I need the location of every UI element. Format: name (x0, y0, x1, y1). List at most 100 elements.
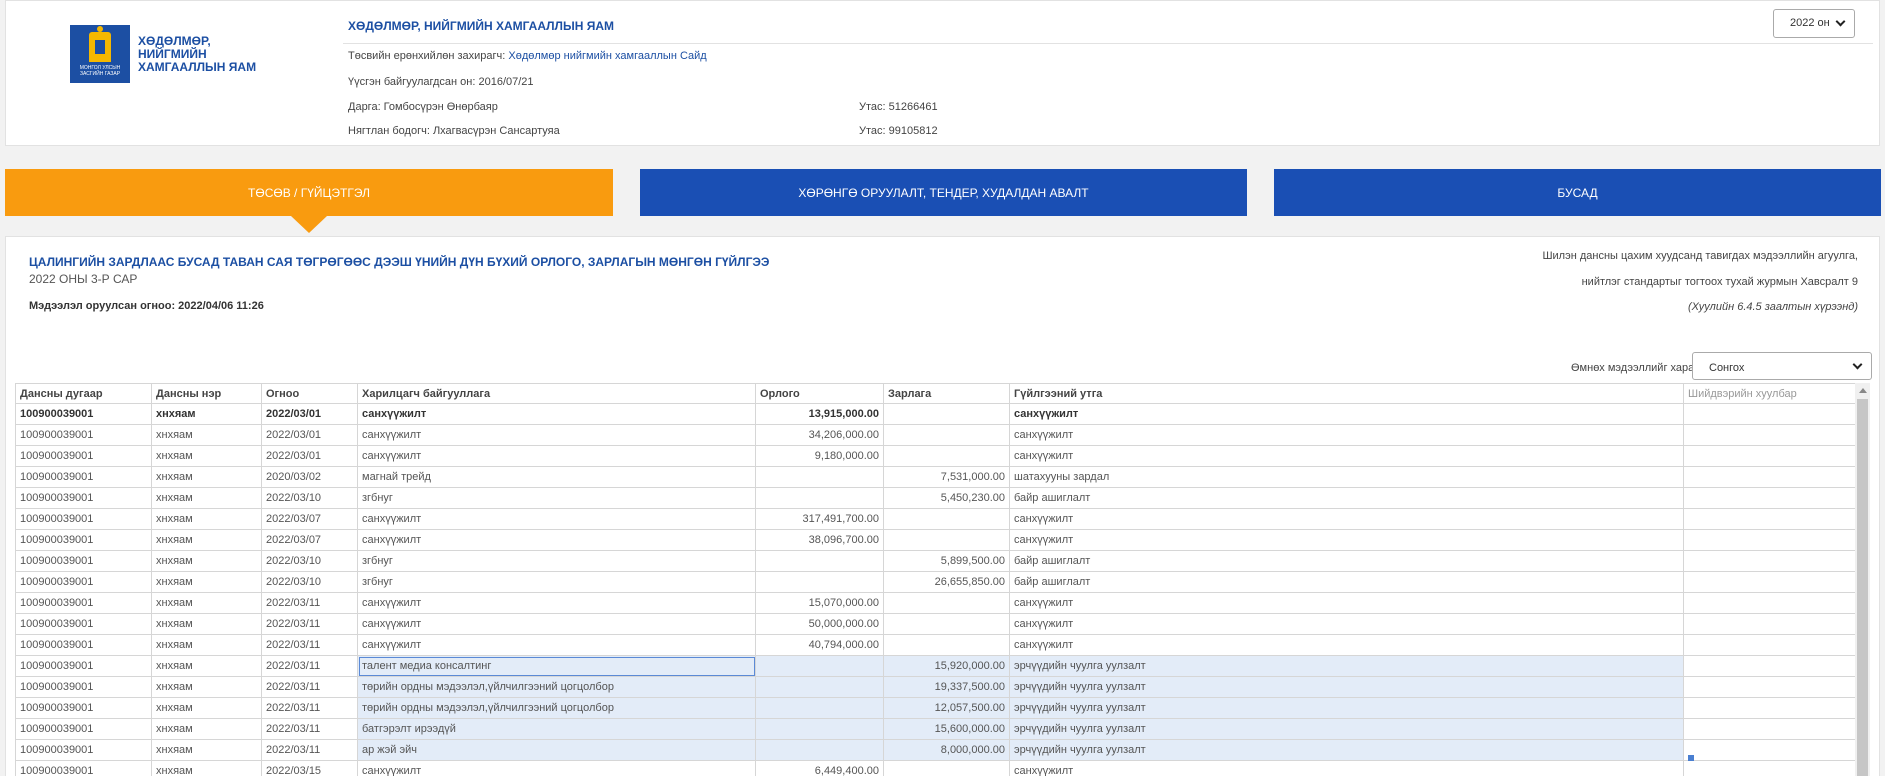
col-account-name[interactable]: Дансны нэр (151, 383, 262, 404)
table-row[interactable]: 100900039001 хнхяам 2022/03/11 санхүүжилт 40… (15, 634, 1856, 656)
cell-counterparty[interactable]: төрийн ордны мэдээлэл,үйлчилгээний цогцо… (357, 697, 756, 719)
col-account-number[interactable]: Дансны дугаар (15, 383, 152, 404)
selection-handle[interactable] (1688, 755, 1694, 761)
cell-decision-copy[interactable] (1683, 445, 1856, 467)
table-row[interactable]: 100900039001 хнхяам 2022/03/11 төрийн ордны… (15, 676, 1856, 698)
cell-account-name[interactable]: хнхяам (151, 697, 262, 719)
cell-account-name[interactable]: хнхяам (151, 508, 262, 530)
cell-account-name[interactable]: хнхяам (151, 550, 262, 572)
cell-decision-copy[interactable] (1683, 487, 1856, 509)
cell-decision-copy[interactable] (1683, 697, 1856, 719)
cell-account-name[interactable]: хнхяам (151, 739, 262, 761)
cell-account-number[interactable]: 100900039001 (15, 697, 152, 719)
cell-account-number[interactable]: 100900039001 (15, 487, 152, 509)
cell-expense[interactable]: 7,531,000.00 (883, 466, 1010, 488)
cell-account-name[interactable]: хнхяам (151, 718, 262, 740)
cell-expense[interactable] (883, 760, 1010, 776)
cell-date[interactable]: 2022/03/01 (261, 424, 358, 446)
table-row[interactable]: 100900039001 хнхяам 2022/03/11 талент медиа… (15, 655, 1856, 677)
cell-date[interactable]: 2022/03/11 (261, 718, 358, 740)
cell-account-name[interactable]: хнхяам (151, 403, 262, 425)
cell-decision-copy[interactable] (1683, 676, 1856, 698)
cell-income[interactable] (755, 550, 884, 572)
cell-date[interactable]: 2022/03/11 (261, 655, 358, 677)
table-row[interactable]: 100900039001 хнхяам 2020/03/02 магнай трейд… (15, 466, 1856, 488)
cell-account-number[interactable]: 100900039001 (15, 634, 152, 656)
col-decision-copy[interactable]: Шийдвэрийн хуулбар (1683, 383, 1856, 404)
table-row[interactable]: 100900039001 хнхяам 2022/03/10 згбнуг 5,899,… (15, 550, 1856, 572)
cell-income[interactable] (755, 697, 884, 719)
cell-date[interactable]: 2022/03/07 (261, 529, 358, 551)
cell-expense[interactable] (883, 592, 1010, 614)
cell-income[interactable] (755, 487, 884, 509)
cell-account-name[interactable]: хнхяам (151, 487, 262, 509)
cell-counterparty[interactable]: згбнуг (357, 487, 756, 509)
cell-description[interactable]: эрчүүдийн чуулга уулзалт (1009, 697, 1684, 719)
cell-account-number[interactable]: 100900039001 (15, 424, 152, 446)
cell-counterparty[interactable]: санхүүжилт (357, 760, 756, 776)
cell-account-name[interactable]: хнхяам (151, 424, 262, 446)
cell-account-number[interactable]: 100900039001 (15, 466, 152, 488)
cell-income[interactable]: 34,206,000.00 (755, 424, 884, 446)
cell-decision-copy[interactable] (1683, 550, 1856, 572)
cell-account-number[interactable]: 100900039001 (15, 508, 152, 530)
cell-decision-copy[interactable] (1683, 760, 1856, 776)
cell-decision-copy[interactable] (1683, 739, 1856, 761)
cell-date[interactable]: 2022/03/11 (261, 697, 358, 719)
ministry-logo[interactable]: МОНГОЛ УЛСЫН ЗАСГИЙН ГАЗАР ХӨДӨЛМӨР, НИЙ… (70, 25, 278, 83)
budget-manager-link[interactable]: Хөдөлмөр нийгмийн хамгааллын Сайд (508, 50, 706, 62)
table-row[interactable]: 100900039001 хнхяам 2022/03/15 санхүүжилт 6,… (15, 760, 1856, 776)
cell-date[interactable]: 2022/03/01 (261, 445, 358, 467)
cell-account-number[interactable]: 100900039001 (15, 592, 152, 614)
cell-account-name[interactable]: хнхяам (151, 466, 262, 488)
cell-description[interactable]: санхүүжилт (1009, 613, 1684, 635)
cell-counterparty[interactable]: згбнуг (357, 550, 756, 572)
cell-counterparty[interactable]: санхүүжилт (357, 613, 756, 635)
cell-account-name[interactable]: хнхяам (151, 571, 262, 593)
cell-counterparty[interactable]: санхүүжилт (357, 529, 756, 551)
tab-other[interactable]: БУСАД (1274, 169, 1881, 216)
cell-decision-copy[interactable] (1683, 613, 1856, 635)
col-description[interactable]: Гүйлгээний утга (1009, 383, 1684, 404)
cell-date[interactable]: 2022/03/15 (261, 760, 358, 776)
cell-account-number[interactable]: 100900039001 (15, 529, 152, 551)
cell-account-name[interactable]: хнхяам (151, 445, 262, 467)
cell-description[interactable]: байр ашиглалт (1009, 487, 1684, 509)
cell-description[interactable]: эрчүүдийн чуулга уулзалт (1009, 655, 1684, 677)
cell-expense[interactable] (883, 508, 1010, 530)
cell-date[interactable]: 2022/03/11 (261, 613, 358, 635)
cell-date[interactable]: 2022/03/11 (261, 676, 358, 698)
cell-decision-copy[interactable] (1683, 571, 1856, 593)
cell-decision-copy[interactable] (1683, 634, 1856, 656)
cell-income[interactable]: 38,096,700.00 (755, 529, 884, 551)
cell-counterparty[interactable]: санхүүжилт (357, 634, 756, 656)
table-row[interactable]: 100900039001 хнхяам 2022/03/01 санхүүжилт 13… (15, 403, 1856, 425)
cell-decision-copy[interactable] (1683, 529, 1856, 551)
cell-decision-copy[interactable] (1683, 466, 1856, 488)
col-counterparty[interactable]: Харилцагч байгууллага (357, 383, 756, 404)
table-row[interactable]: 100900039001 хнхяам 2022/03/01 санхүүжилт 9,… (15, 445, 1856, 467)
table-row[interactable]: 100900039001 хнхяам 2022/03/07 санхүүжилт 38… (15, 529, 1856, 551)
cell-date[interactable]: 2020/03/02 (261, 466, 358, 488)
cell-income[interactable] (755, 676, 884, 698)
cell-counterparty[interactable]: санхүүжилт (357, 592, 756, 614)
cell-decision-copy[interactable] (1683, 718, 1856, 740)
cell-counterparty[interactable]: батгэрэлт ирээдүй (357, 718, 756, 740)
previous-info-select[interactable]: Сонгох (1692, 352, 1872, 380)
cell-income[interactable] (755, 571, 884, 593)
cell-expense[interactable]: 19,337,500.00 (883, 676, 1010, 698)
cell-counterparty[interactable]: талент медиа консалтинг (357, 655, 756, 677)
cell-counterparty[interactable]: санхүүжилт (357, 445, 756, 467)
tab-investment-tender[interactable]: ХӨРӨНГӨ ОРУУЛАЛТ, ТЕНДЕР, ХУДАЛДАН АВАЛТ (640, 169, 1247, 216)
cell-account-number[interactable]: 100900039001 (15, 676, 152, 698)
cell-decision-copy[interactable] (1683, 403, 1856, 425)
cell-description[interactable]: байр ашиглалт (1009, 571, 1684, 593)
cell-date[interactable]: 2022/03/11 (261, 592, 358, 614)
cell-income[interactable]: 50,000,000.00 (755, 613, 884, 635)
cell-expense[interactable]: 5,899,500.00 (883, 550, 1010, 572)
cell-decision-copy[interactable] (1683, 424, 1856, 446)
transactions-table-container[interactable]: Дансны дугаар Дансны нэр Огноо Харилцагч… (15, 383, 1870, 776)
cell-counterparty[interactable]: ар жэй эйч (357, 739, 756, 761)
cell-description[interactable]: санхүүжилт (1009, 760, 1684, 776)
cell-description[interactable]: санхүүжилт (1009, 403, 1684, 425)
